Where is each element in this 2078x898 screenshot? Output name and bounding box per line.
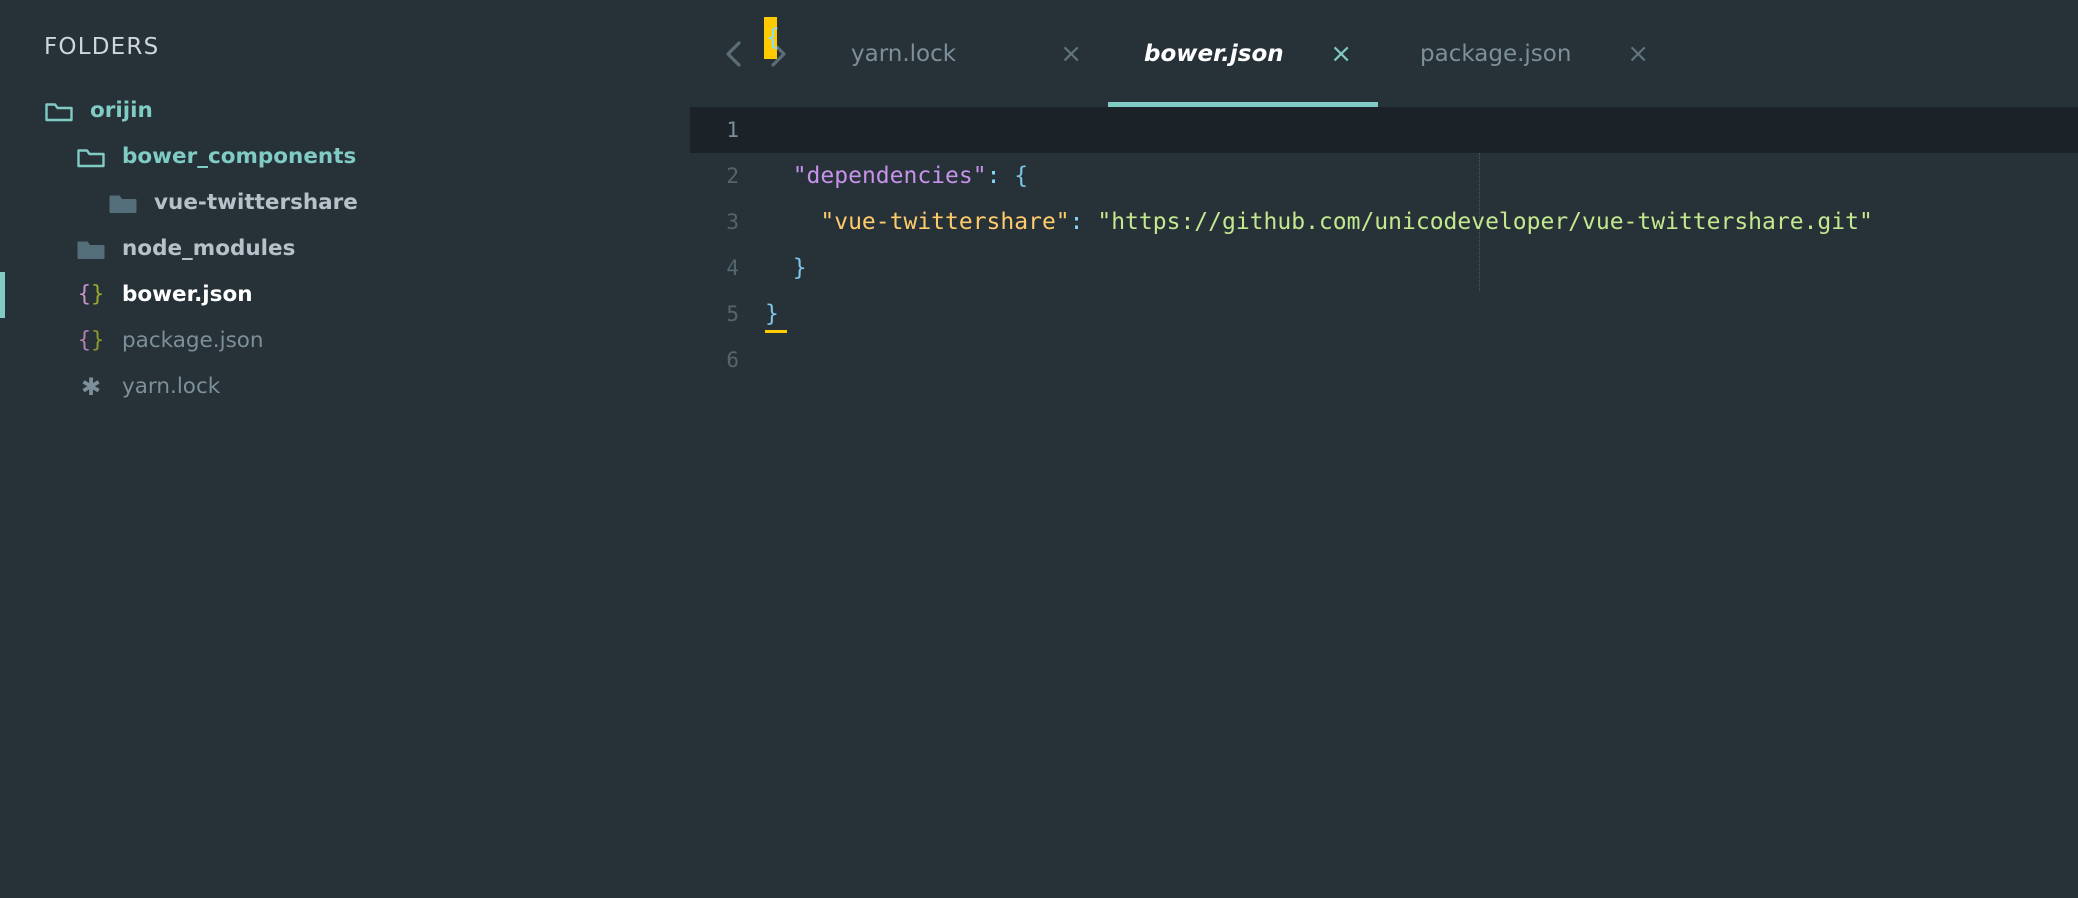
line-number: 6 bbox=[726, 348, 739, 372]
asterisk-file-icon: ✱ bbox=[80, 373, 102, 401]
code-line-3: 3 "vue-twittershare": "https://github.co… bbox=[690, 199, 2078, 245]
tree-item-node-modules[interactable]: node_modules bbox=[0, 226, 690, 272]
tab-package-json[interactable]: package.json × bbox=[1378, 0, 1675, 107]
chevron-left-icon[interactable] bbox=[719, 37, 749, 71]
editor-window: FOLDERS orijin bower_components vue-twit… bbox=[0, 0, 2078, 898]
tab-label: package.json bbox=[1420, 40, 1572, 67]
folder-open-icon bbox=[76, 145, 106, 169]
tree-item-label: bower_components bbox=[122, 144, 357, 170]
tree-item-bower-components[interactable]: bower_components bbox=[0, 134, 690, 180]
code-lines: 1 { { 2 "dependencies": { 3 "vue-twitte bbox=[690, 17, 2078, 383]
line-number: 5 bbox=[726, 302, 739, 326]
code-token-brace: { bbox=[1014, 163, 1029, 189]
code-token-colon: : bbox=[1069, 209, 1084, 235]
line-number: 3 bbox=[726, 210, 739, 234]
tree-item-yarn-lock[interactable]: ✱ yarn.lock bbox=[0, 364, 690, 410]
line-number: 2 bbox=[726, 164, 739, 188]
line-number: 1 bbox=[726, 118, 739, 142]
tree-item-label: bower.json bbox=[122, 282, 253, 308]
tree-item-label: package.json bbox=[122, 328, 264, 354]
tab-bower-json[interactable]: bower.json × bbox=[1108, 0, 1378, 107]
folder-closed-icon bbox=[108, 191, 138, 215]
code-token-colon: : bbox=[986, 163, 1001, 189]
code-token-brace: { bbox=[766, 25, 780, 51]
code-line-content: } bbox=[765, 245, 807, 291]
tree-item-label: node_modules bbox=[122, 236, 296, 262]
code-line-content: } bbox=[765, 291, 787, 337]
json-file-icon: {} bbox=[77, 282, 105, 307]
sidebar-file-tree: FOLDERS orijin bower_components vue-twit… bbox=[0, 0, 690, 898]
sidebar-section-header: FOLDERS bbox=[44, 34, 160, 60]
line-number: 4 bbox=[726, 256, 739, 280]
code-token-key: "dependencies" bbox=[792, 163, 987, 189]
code-line-2: 2 "dependencies": { bbox=[690, 153, 2078, 199]
code-editor[interactable]: 1 { { 2 "dependencies": { 3 "vue-twitte bbox=[690, 17, 2078, 898]
folder-closed-icon bbox=[76, 237, 106, 261]
tab-label: bower.json bbox=[1144, 40, 1284, 67]
tree-item-label: orijin bbox=[90, 98, 153, 124]
json-file-icon: {} bbox=[77, 328, 105, 353]
editor-pane: yarn.lock × bower.json × package.json × bbox=[690, 0, 2078, 898]
code-line-content: "dependencies": { bbox=[765, 153, 1028, 199]
folder-open-icon bbox=[44, 99, 74, 123]
file-tree: orijin bower_components vue-twittershare… bbox=[0, 88, 690, 410]
code-token-key: "vue-twittershare" bbox=[820, 209, 1070, 235]
selection-indicator bbox=[0, 272, 5, 318]
code-token-brace: } bbox=[765, 301, 779, 327]
tree-item-label: vue-twittershare bbox=[154, 190, 358, 216]
tree-item-orijin[interactable]: orijin bbox=[0, 88, 690, 134]
tree-item-bower-json[interactable]: {} bower.json bbox=[0, 272, 690, 318]
code-line-5: 5 } bbox=[690, 291, 2078, 337]
tree-item-label: yarn.lock bbox=[122, 374, 221, 400]
code-line-4: 4 } bbox=[690, 245, 2078, 291]
tab-close-icon[interactable]: × bbox=[1060, 41, 1082, 67]
tab-close-icon[interactable]: × bbox=[1627, 41, 1649, 67]
code-line-6: 6 bbox=[690, 337, 2078, 383]
tree-item-package-json[interactable]: {} package.json bbox=[0, 318, 690, 364]
code-line-content: "vue-twittershare": "https://github.com/… bbox=[765, 199, 1873, 245]
code-token-brace: } bbox=[792, 255, 807, 281]
matching-bracket-indicator bbox=[765, 330, 787, 333]
tree-item-vue-twittershare[interactable]: vue-twittershare bbox=[0, 180, 690, 226]
tab-close-icon[interactable]: × bbox=[1330, 41, 1352, 67]
code-line-1: 1 { { bbox=[690, 17, 2078, 153]
code-token-string: "https://github.com/unicodeveloper/vue-t… bbox=[1097, 209, 1873, 235]
